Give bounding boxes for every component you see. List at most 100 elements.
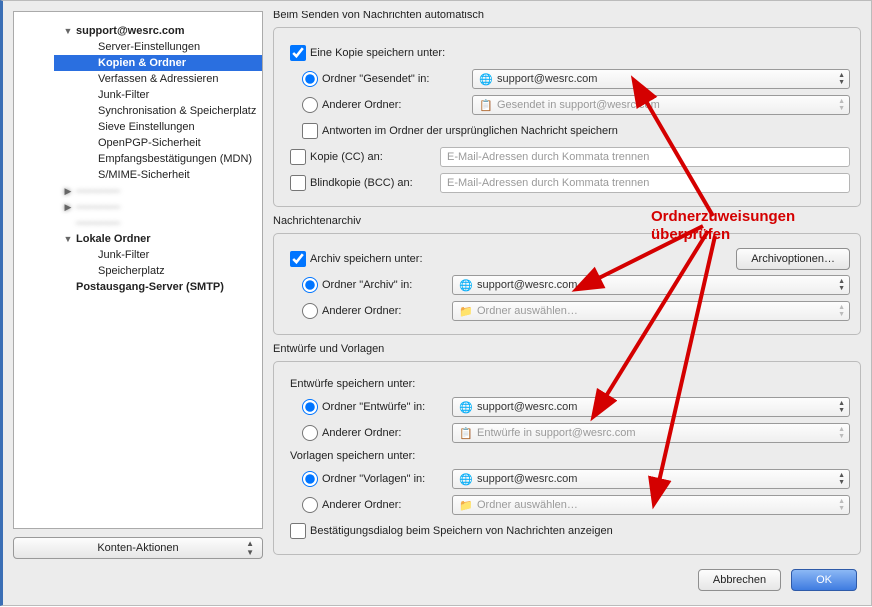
tree-item-label: Postausgang-Server (SMTP)	[76, 281, 224, 293]
updown-icon: ▲▼	[838, 400, 845, 414]
tree-item-label: Synchronisation & Speicherplatz	[98, 105, 256, 117]
drafts-other-radio[interactable]	[302, 425, 318, 441]
tree-item-label: OpenPGP-Sicherheit	[98, 137, 201, 149]
globe-icon: 🌐	[459, 472, 473, 486]
sent-folder-combo[interactable]: 🌐 support@wesrc.com ▲▼	[472, 69, 850, 89]
tree-item[interactable]: ▼Lokale Ordner	[54, 231, 262, 247]
templates-folder-combo[interactable]: 🌐 support@wesrc.com ▲▼	[452, 469, 850, 489]
globe-icon: 🌐	[459, 400, 473, 414]
globe-icon: 🌐	[459, 278, 473, 292]
confirm-save-checkbox[interactable]	[290, 523, 306, 539]
archive-folder-label: Ordner "Archiv" in:	[322, 279, 452, 291]
send-section: Eine Kopie speichern unter: Ordner "Gese…	[273, 27, 861, 207]
tree-item-label: Server-Einstellungen	[98, 41, 200, 53]
confirm-save-label: Bestätigungsdialog beim Speichern von Na…	[310, 525, 613, 537]
updown-icon: ▲▼	[838, 72, 845, 86]
cc-label: Kopie (CC) an:	[310, 151, 440, 163]
disclosure-icon: ▼	[62, 26, 74, 36]
sent-folder-value: support@wesrc.com	[497, 73, 597, 85]
tree-item-label: Speicherplatz	[98, 265, 165, 277]
templates-head: Vorlagen speichern unter:	[290, 450, 850, 462]
tree-item-label: Sieve Einstellungen	[98, 121, 195, 133]
dialog-footer: Abbrechen OK	[3, 559, 871, 605]
drafts-other-label: Anderer Ordner:	[322, 427, 452, 439]
tree-item-label: Empfangsbestätigungen (MDN)	[98, 153, 252, 165]
templates-folder-value: support@wesrc.com	[477, 473, 577, 485]
drafts-folder-value: support@wesrc.com	[477, 401, 577, 413]
cancel-button[interactable]: Abbrechen	[698, 569, 781, 591]
tree-item[interactable]: Junk-Filter	[54, 247, 262, 263]
reply-in-orig-label: Antworten im Ordner der ursprünglichen N…	[322, 125, 618, 137]
bcc-input[interactable]: E-Mail-Adressen durch Kommata trennen	[440, 173, 850, 193]
drafts-folder-label: Ordner "Entwürfe" in:	[322, 401, 452, 413]
save-copy-checkbox[interactable]	[290, 45, 306, 61]
sent-folder-radio[interactable]	[302, 71, 318, 87]
account-tree[interactable]: ▼support@wesrc.comServer-EinstellungenKo…	[13, 11, 263, 529]
templates-folder-radio[interactable]	[302, 471, 318, 487]
cc-checkbox[interactable]	[290, 149, 306, 165]
archive-section: Archiv speichern unter: Archivoptionen… …	[273, 233, 861, 335]
tree-item[interactable]: ▶————	[54, 199, 262, 215]
ok-button[interactable]: OK	[791, 569, 857, 591]
folder-icon: 📋	[479, 98, 493, 112]
cc-input[interactable]: E-Mail-Adressen durch Kommata trennen	[440, 147, 850, 167]
tree-item[interactable]: ————	[54, 215, 262, 231]
tree-item-label: S/MIME-Sicherheit	[98, 169, 190, 181]
archive-folder-radio[interactable]	[302, 277, 318, 293]
tree-item[interactable]: Server-Einstellungen	[54, 39, 262, 55]
save-copy-label: Eine Kopie speichern unter:	[310, 47, 445, 59]
tree-item[interactable]: S/MIME-Sicherheit	[54, 167, 262, 183]
bcc-checkbox[interactable]	[290, 175, 306, 191]
drafts-folder-combo[interactable]: 🌐 support@wesrc.com ▲▼	[452, 397, 850, 417]
archive-folder-value: support@wesrc.com	[477, 279, 577, 291]
disclosure-icon: ▶	[62, 202, 74, 213]
tree-item[interactable]: Empfangsbestätigungen (MDN)	[54, 151, 262, 167]
templates-other-combo[interactable]: 📁 Ordner auswählen… ▲▼	[452, 495, 850, 515]
tree-item-label: ————	[76, 201, 120, 213]
drafts-folder-radio[interactable]	[302, 399, 318, 415]
archive-other-value: Ordner auswählen…	[477, 305, 578, 317]
tree-item[interactable]: Postausgang-Server (SMTP)	[54, 279, 262, 295]
templates-other-radio[interactable]	[302, 497, 318, 513]
tree-item-label: ————	[76, 185, 120, 197]
drafts-other-combo[interactable]: 📋 Entwürfe in support@wesrc.com ▲▼	[452, 423, 850, 443]
archive-other-combo[interactable]: 📁 Ordner auswählen… ▲▼	[452, 301, 850, 321]
drafts-other-value: Entwürfe in support@wesrc.com	[477, 427, 636, 439]
sent-other-radio[interactable]	[302, 97, 318, 113]
tree-item-label: Lokale Ordner	[76, 233, 151, 245]
folder-icon: 📁	[459, 304, 473, 318]
annotation-text: Ordnerzuweisungenüberprüfen	[651, 208, 795, 244]
drafts-section-label: Entwürfe und Vorlagen	[273, 343, 861, 355]
sent-folder-label: Ordner "Gesendet" in:	[322, 73, 472, 85]
tree-item-label: support@wesrc.com	[76, 25, 185, 37]
tree-item[interactable]: OpenPGP-Sicherheit	[54, 135, 262, 151]
archive-folder-combo[interactable]: 🌐 support@wesrc.com ▲▼	[452, 275, 850, 295]
tree-item[interactable]: Sieve Einstellungen	[54, 119, 262, 135]
archive-options-button[interactable]: Archivoptionen…	[736, 248, 850, 270]
tree-item[interactable]: Verfassen & Adressieren	[54, 71, 262, 87]
templates-other-value: Ordner auswählen…	[477, 499, 578, 511]
updown-icon: ▲▼	[838, 98, 845, 112]
sent-other-combo[interactable]: 📋 Gesendet in support@wesrc.com ▲▼	[472, 95, 850, 115]
tree-item-label: Junk-Filter	[98, 249, 149, 261]
tree-item[interactable]: Synchronisation & Speicherplatz	[54, 103, 262, 119]
bcc-label: Blindkopie (BCC) an:	[310, 177, 440, 189]
globe-icon: 🌐	[479, 72, 493, 86]
archive-save-checkbox[interactable]	[290, 251, 306, 267]
tree-item[interactable]: ▶————	[54, 183, 262, 199]
reply-in-orig-checkbox[interactable]	[302, 123, 318, 139]
archive-other-radio[interactable]	[302, 303, 318, 319]
tree-item[interactable]: Speicherplatz	[54, 263, 262, 279]
tree-item[interactable]: Kopien & Ordner	[54, 55, 262, 71]
templates-other-label: Anderer Ordner:	[322, 499, 452, 511]
disclosure-icon: ▶	[62, 186, 74, 197]
updown-icon: ▲▼	[838, 472, 845, 486]
tree-item[interactable]: ▼support@wesrc.com	[54, 23, 262, 39]
templates-folder-label: Ordner "Vorlagen" in:	[322, 473, 452, 485]
disclosure-icon: ▼	[62, 234, 74, 244]
account-actions-button[interactable]: Konten-Aktionen ▲▼	[13, 537, 263, 559]
tree-item-label: ————	[76, 217, 120, 229]
folder-icon: 📁	[459, 498, 473, 512]
tree-item-label: Kopien & Ordner	[98, 57, 186, 69]
tree-item[interactable]: Junk-Filter	[54, 87, 262, 103]
